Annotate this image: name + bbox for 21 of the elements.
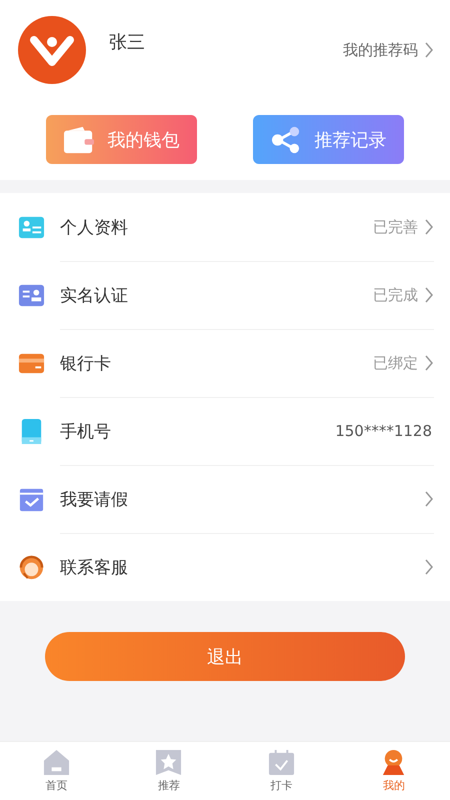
menu-item[interactable]: 我要请假 (0, 465, 450, 533)
tab[interactable]: 打卡 (225, 742, 338, 800)
tab[interactable]: 我的 (338, 742, 450, 800)
menu-item[interactable]: 实名认证 已完成 (0, 261, 450, 329)
chevron-icon (424, 41, 434, 59)
logo-icon (18, 16, 86, 84)
share-icon (270, 126, 300, 154)
bookmark-star-icon (155, 749, 182, 776)
tab[interactable]: 首页 (0, 742, 112, 800)
wallet-icon (64, 126, 94, 154)
headset-icon (18, 554, 45, 580)
menu-item[interactable]: 联系客服 (0, 533, 450, 601)
calendar-check-icon (268, 749, 295, 776)
user-name: 张三 (109, 31, 145, 54)
menu-item[interactable]: 银行卡 已绑定 (0, 329, 450, 397)
tab[interactable]: 推荐 (112, 742, 225, 800)
referral-code-link[interactable]: 我的推荐码 (343, 40, 434, 60)
home-icon (42, 749, 70, 776)
menu-item[interactable]: 个人资料 已完善 (0, 193, 450, 261)
menu-item[interactable]: 手机号 150****1128 (0, 397, 450, 465)
referral-records-button[interactable]: 推荐记录 (253, 115, 404, 164)
